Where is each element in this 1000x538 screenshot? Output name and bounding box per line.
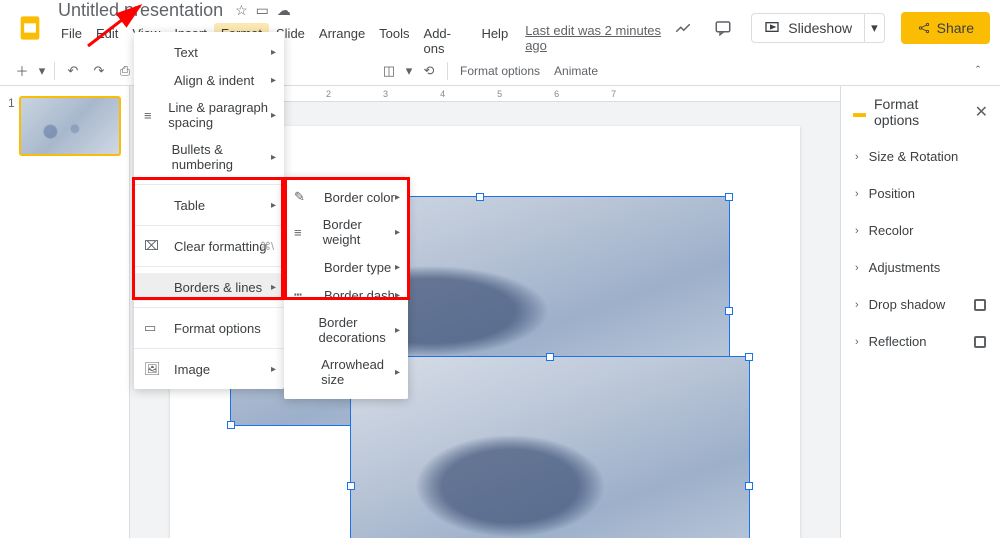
cloud-icon[interactable]: ☁ — [277, 2, 291, 19]
menu-addons[interactable]: Add-ons — [417, 23, 475, 59]
sidebar-size-rotation[interactable]: ›Size & Rotation — [841, 138, 1000, 175]
mask-button[interactable]: ▾ — [403, 59, 415, 83]
comments-icon[interactable] — [711, 16, 735, 40]
pencil-icon: ✎ — [294, 189, 314, 205]
menu-format-options[interactable]: ▭Format options — [134, 314, 284, 342]
sidebar-position[interactable]: ›Position — [841, 175, 1000, 212]
resize-handle[interactable] — [546, 353, 554, 361]
menu-table[interactable]: Table▸ — [134, 191, 284, 219]
resize-handle[interactable] — [227, 421, 235, 429]
share-label: Share — [937, 20, 974, 36]
close-icon[interactable]: ✕ — [975, 102, 988, 122]
activity-icon[interactable] — [671, 16, 695, 40]
slides-logo[interactable] — [10, 8, 50, 48]
reset-image-button[interactable]: ⟲ — [417, 59, 441, 83]
checkbox[interactable] — [974, 299, 986, 311]
image-icon: 🖼 — [144, 361, 164, 377]
menu-tools[interactable]: Tools — [372, 23, 416, 59]
new-slide-dropdown[interactable]: ▾ — [36, 59, 48, 83]
submenu-border-type[interactable]: Border type▸ — [284, 253, 408, 281]
resize-handle[interactable] — [725, 193, 733, 201]
weight-icon: ≡ — [294, 225, 313, 240]
menu-borders-lines[interactable]: Borders & lines▸ — [134, 273, 284, 301]
resize-handle[interactable] — [347, 482, 355, 490]
chevron-right-icon: › — [855, 188, 859, 200]
line-spacing-icon: ≡ — [144, 108, 158, 123]
clear-format-icon: ⌧ — [144, 238, 164, 254]
chevron-right-icon: ▸ — [271, 200, 276, 211]
star-icon[interactable]: ☆ — [235, 2, 248, 19]
submenu-arrowhead-size[interactable]: Arrowhead size▸ — [284, 351, 408, 393]
chevron-right-icon: ▸ — [395, 192, 400, 203]
slide-number: 1 — [8, 96, 15, 156]
submenu-border-decorations[interactable]: Border decorations▸ — [284, 309, 408, 351]
chevron-right-icon: ▸ — [395, 325, 400, 336]
chevron-right-icon: ▸ — [271, 47, 276, 58]
resize-handle[interactable] — [745, 353, 753, 361]
menu-arrange[interactable]: Arrange — [312, 23, 372, 59]
menu-align-indent[interactable]: Align & indent▸ — [134, 66, 284, 94]
crop-button[interactable]: ◫ — [377, 59, 401, 83]
chevron-right-icon: › — [855, 151, 859, 163]
new-slide-button[interactable]: ＋ — [10, 59, 34, 83]
document-title[interactable]: Untitled presentation — [54, 0, 227, 21]
sidebar-recolor[interactable]: ›Recolor — [841, 212, 1000, 249]
selected-image-2[interactable] — [350, 356, 750, 538]
sidebar-drop-shadow[interactable]: ›Drop shadow — [841, 286, 1000, 323]
slideshow-label: Slideshow — [788, 20, 852, 36]
chevron-right-icon: ▸ — [271, 282, 276, 293]
submenu-border-weight[interactable]: ≡Border weight▸ — [284, 211, 408, 253]
menu-clear-formatting[interactable]: ⌧Clear formatting⌘\ — [134, 232, 284, 260]
slideshow-dropdown[interactable]: ▾ — [865, 13, 885, 43]
chevron-right-icon: ▸ — [395, 262, 400, 273]
sidebar-adjustments[interactable]: ›Adjustments — [841, 249, 1000, 286]
resize-handle[interactable] — [745, 482, 753, 490]
sidebar-title: Format options — [874, 96, 967, 128]
slideshow-button[interactable]: Slideshow — [751, 13, 865, 43]
chevron-right-icon: ▸ — [271, 152, 276, 163]
menu-text[interactable]: Text▸ — [134, 38, 284, 66]
submenu-border-color[interactable]: ✎Border color▸ — [284, 183, 408, 211]
menu-image[interactable]: 🖼Image▸ — [134, 355, 284, 383]
move-icon[interactable]: ▭ — [256, 2, 269, 19]
menu-file[interactable]: File — [54, 23, 89, 59]
share-button[interactable]: Share — [901, 12, 990, 44]
chevron-right-icon: ▸ — [271, 364, 276, 375]
resize-handle[interactable] — [476, 193, 484, 201]
format-dropdown: Text▸ Align & indent▸ ≡Line & paragraph … — [134, 32, 284, 389]
redo-button[interactable]: ↷ — [87, 59, 111, 83]
menu-line-spacing[interactable]: ≡Line & paragraph spacing▸ — [134, 94, 284, 136]
format-options-button[interactable]: Format options — [454, 59, 546, 83]
animate-button[interactable]: Animate — [548, 59, 604, 83]
slide-thumbnail-1[interactable] — [19, 96, 121, 156]
chevron-right-icon: › — [855, 262, 859, 274]
chevron-right-icon: ▸ — [395, 227, 400, 238]
submenu-border-dash[interactable]: ┅Border dash▸ — [284, 281, 408, 309]
menu-help[interactable]: Help — [474, 23, 515, 59]
chevron-right-icon: › — [855, 336, 859, 348]
last-edit-link[interactable]: Last edit was 2 minutes ago — [525, 23, 671, 59]
menu-bullets-numbering[interactable]: Bullets & numbering▸ — [134, 136, 284, 178]
format-options-icon: ▬ — [853, 105, 866, 120]
format-options-sidebar: ▬ Format options ✕ ›Size & Rotation ›Pos… — [840, 86, 1000, 538]
sidebar-reflection[interactable]: ›Reflection — [841, 323, 1000, 360]
borders-lines-submenu: ✎Border color▸ ≡Border weight▸ Border ty… — [284, 177, 408, 399]
chevron-right-icon: ▸ — [271, 75, 276, 86]
resize-handle[interactable] — [725, 307, 733, 315]
chevron-right-icon: ▸ — [271, 110, 276, 121]
format-options-icon: ▭ — [144, 320, 164, 336]
chevron-right-icon: › — [855, 225, 859, 237]
chevron-right-icon: ▸ — [395, 367, 400, 378]
chevron-right-icon: ▸ — [395, 290, 400, 301]
collapse-panel-button[interactable]: ˆ — [966, 59, 990, 83]
checkbox[interactable] — [974, 336, 986, 348]
filmstrip: 1 — [0, 86, 130, 538]
menu-edit[interactable]: Edit — [89, 23, 125, 59]
undo-button[interactable]: ↶ — [61, 59, 85, 83]
dash-icon: ┅ — [294, 287, 314, 303]
chevron-right-icon: › — [855, 299, 859, 311]
